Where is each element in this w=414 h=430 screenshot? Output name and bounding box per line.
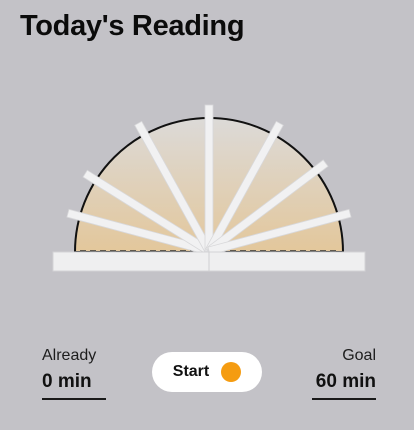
start-button-label: Start [172,363,210,380]
already-value[interactable]: 0 min [42,371,106,400]
already-stat: Already 0 min [42,347,106,400]
goal-stat: Goal 60 min [312,347,376,400]
start-button[interactable]: Start [152,352,262,392]
already-label: Already [42,347,97,364]
goal-value[interactable]: 60 min [312,371,376,400]
goal-label: Goal [342,347,376,364]
status-dot-icon [221,362,242,382]
page-strip [204,104,214,252]
